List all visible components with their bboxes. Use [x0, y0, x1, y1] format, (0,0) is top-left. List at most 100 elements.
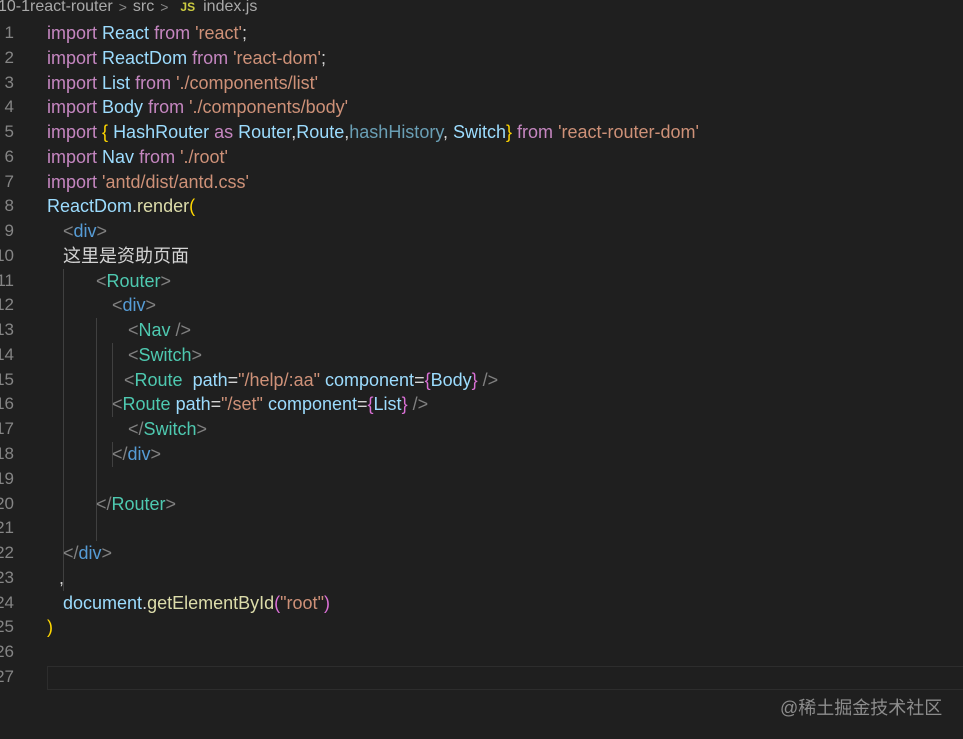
code-token: ( [189, 196, 196, 217]
code-token: document [63, 592, 143, 613]
code-token: 'react-dom' [233, 47, 321, 68]
breadcrumb-folder[interactable]: 10-1react-router [0, 0, 113, 16]
code-line[interactable]: 13 <Nav /> [0, 318, 963, 343]
code-token: Body [430, 369, 472, 390]
code-line[interactable]: 22 </div> [0, 541, 963, 566]
code-token: import [47, 47, 98, 68]
line-number: 25 [0, 617, 14, 637]
code-token: "root" [280, 592, 324, 613]
code-token: div [73, 221, 97, 242]
code-token: Switch [453, 122, 507, 143]
line-number: 3 [4, 72, 14, 92]
line-number: 26 [0, 642, 14, 662]
code-token: div [78, 543, 102, 564]
indent-guide [96, 417, 97, 443]
code-text: document.getElementById("root") [63, 591, 330, 616]
code-line[interactable]: 7 import 'antd/dist/antd.css' [0, 170, 963, 195]
code-line[interactable]: 20 </Router> [0, 491, 963, 517]
code-line[interactable]: 23, [0, 565, 963, 591]
indent-guide [96, 392, 97, 418]
code-token: import [47, 146, 98, 167]
line-number: 14 [0, 344, 14, 364]
code-text: 这里是资助页面 [63, 244, 189, 269]
code-token: Router [111, 493, 166, 514]
code-token: from [135, 72, 172, 93]
code-line[interactable]: 6 import Nav from './root' [0, 145, 963, 170]
code-token: from [148, 97, 185, 118]
line-number: 27 [0, 666, 14, 686]
code-line[interactable]: 19 [0, 466, 963, 492]
code-line[interactable]: 15 <Route path="/help/:aa" component={Bod… [0, 367, 963, 393]
indent-guide [63, 268, 64, 294]
code-line[interactable]: 2 import ReactDom from 'react-dom'; [0, 46, 963, 71]
code-token: Route [296, 122, 345, 143]
code-token: from [139, 146, 176, 167]
indent-guide [112, 367, 113, 393]
code-token: path [192, 369, 228, 390]
code-text: import List from './components/list' [47, 71, 318, 96]
code-text: <div> [112, 293, 156, 318]
code-token: , [442, 122, 453, 143]
code-line[interactable]: 18 </div> [0, 442, 963, 467]
code-line[interactable]: 1 import React from 'react'; [0, 21, 963, 46]
code-line[interactable]: 4 import Body from './components/body' [0, 95, 963, 120]
code-token: 这里是资助页面 [63, 245, 189, 266]
code-token: render [137, 196, 190, 217]
code-text: import Nav from './root' [47, 145, 228, 170]
code-line[interactable]: 11 <Router> [0, 268, 963, 294]
code-editor[interactable]: 1 import React from 'react'; 2 import React… [0, 21, 963, 690]
line-number: 10 [0, 245, 14, 265]
indent-guide [63, 367, 64, 393]
code-token: < [112, 394, 123, 415]
code-token: component [267, 394, 358, 415]
code-token: > [96, 221, 108, 242]
code-token: ) [47, 617, 53, 638]
code-token: from [192, 47, 229, 68]
code-text: <Nav /> [128, 318, 191, 343]
breadcrumb-subfolder[interactable]: src [133, 0, 154, 16]
line-number: 13 [0, 320, 14, 340]
code-line[interactable]: 26 [0, 640, 963, 665]
code-text: import React from 'react'; [47, 21, 247, 46]
indent-guide [96, 342, 97, 368]
code-line[interactable]: 27 [0, 665, 963, 690]
code-text: ReactDom.render( [47, 194, 195, 219]
code-line[interactable]: 17 </Switch> [0, 417, 963, 443]
code-token: div [127, 444, 151, 465]
breadcrumb-file[interactable]: index.js [203, 0, 257, 16]
line-number: 9 [4, 221, 14, 241]
indent-guide [63, 417, 64, 443]
line-number: 17 [0, 419, 14, 439]
code-line[interactable]: 24 document.getElementById("root") [0, 591, 963, 616]
code-token: </ [112, 444, 128, 465]
code-line[interactable]: 14 <Switch> [0, 342, 963, 368]
code-token: < [124, 369, 135, 390]
code-line[interactable]: 3 import List from './components/list' [0, 71, 963, 96]
code-token: = [357, 394, 368, 415]
code-token: > [150, 444, 162, 465]
indent-guide [63, 392, 64, 418]
chevron-right-icon: > [160, 0, 169, 15]
line-number: 20 [0, 493, 14, 513]
code-line[interactable]: 10 这里是资助页面 [0, 244, 963, 269]
code-token: Route [122, 394, 171, 415]
indent-guide [63, 516, 64, 542]
code-token: 'react' [195, 23, 242, 43]
line-number: 19 [0, 468, 14, 488]
code-token: Nav [102, 146, 135, 167]
code-text: import 'antd/dist/antd.css' [47, 170, 249, 195]
code-line[interactable]: 12 <div> [0, 293, 963, 319]
javascript-file-icon: JS [180, 0, 196, 14]
code-token: = [414, 369, 425, 390]
code-line[interactable]: 9 <div> [0, 219, 963, 244]
code-line[interactable]: 16 <Route path="/set" component={List} /> [0, 392, 963, 418]
code-text: </div> [63, 541, 112, 566]
code-line[interactable]: 8 ReactDom.render( [0, 194, 963, 219]
code-line[interactable]: 21 [0, 516, 963, 542]
code-token: < [112, 295, 123, 316]
code-token: import [47, 122, 98, 143]
code-token: component [325, 369, 415, 390]
code-line[interactable]: 25) [0, 615, 963, 640]
code-token: "/help/:aa" [238, 369, 320, 390]
code-line[interactable]: 5 import { HashRouter as Router,Route,has… [0, 120, 963, 145]
